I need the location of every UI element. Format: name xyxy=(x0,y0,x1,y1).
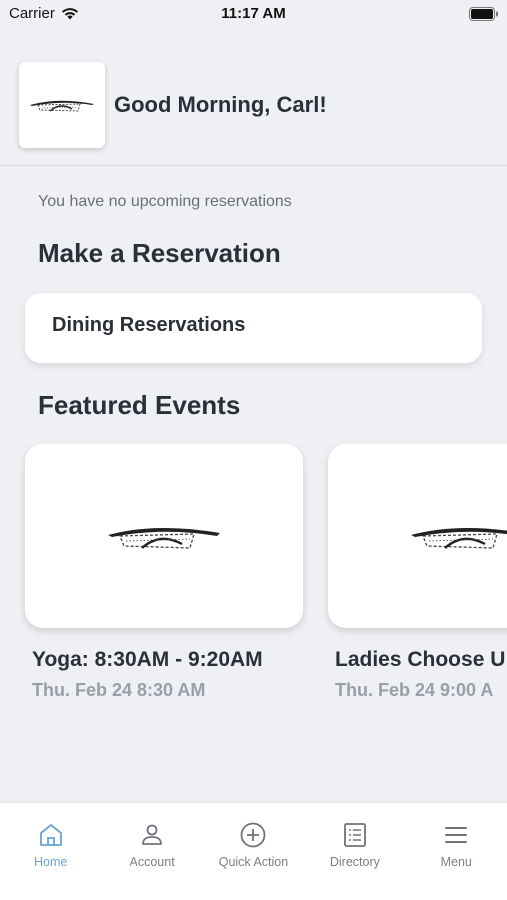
battery-icon xyxy=(469,7,498,21)
dining-reservations-label: Dining Reservations xyxy=(52,314,246,336)
bridge-logo-icon xyxy=(411,527,507,549)
event-card[interactable]: Ladies Choose U Thu. Feb 24 9:00 A xyxy=(328,444,507,701)
make-reservation-title: Make a Reservation xyxy=(38,238,281,268)
person-icon xyxy=(142,824,162,845)
hamburger-icon xyxy=(445,827,468,843)
featured-events-carousel[interactable]: Yoga: 8:30AM - 9:20AM Thu. Feb 24 8:30 A… xyxy=(0,444,507,714)
club-logo xyxy=(19,62,105,148)
tab-directory[interactable]: Directory xyxy=(304,803,405,900)
tab-menu-label: Menu xyxy=(440,855,472,869)
tab-menu[interactable]: Menu xyxy=(406,803,507,900)
event-image xyxy=(25,444,303,628)
home-header: Good Morning, Carl! xyxy=(0,60,507,166)
event-image xyxy=(328,444,507,628)
list-doc-icon xyxy=(343,823,366,847)
plus-circle-icon xyxy=(241,822,266,848)
no-reservations-text: You have no upcoming reservations xyxy=(38,193,292,210)
tab-account-label: Account xyxy=(129,855,175,869)
bridge-logo-icon xyxy=(30,100,94,112)
tab-bar: Home Account Quick Action Directory Menu xyxy=(0,802,507,900)
event-title: Yoga: 8:30AM - 9:20AM xyxy=(32,648,263,671)
greeting-text: Good Morning, Carl! xyxy=(114,92,327,117)
event-card[interactable]: Yoga: 8:30AM - 9:20AM Thu. Feb 24 8:30 A… xyxy=(25,444,303,701)
home-icon xyxy=(39,824,62,846)
tab-directory-label: Directory xyxy=(329,855,380,869)
event-title: Ladies Choose U xyxy=(335,648,506,671)
featured-events-title: Featured Events xyxy=(38,390,241,420)
tab-home-label: Home xyxy=(34,855,68,869)
tab-home[interactable]: Home xyxy=(0,803,101,900)
tab-account[interactable]: Account xyxy=(101,803,202,900)
bridge-logo-icon xyxy=(108,527,220,549)
event-date: Thu. Feb 24 9:00 A xyxy=(335,680,494,700)
clock: 11:17 AM xyxy=(221,5,286,22)
status-bar: Carrier 11:17 AM xyxy=(0,0,507,30)
tab-quick-action-label: Quick Action xyxy=(218,855,289,869)
event-date: Thu. Feb 24 8:30 AM xyxy=(32,680,206,700)
tab-quick-action[interactable]: Quick Action xyxy=(203,803,304,900)
dining-reservations-card[interactable]: Dining Reservations xyxy=(25,293,482,363)
